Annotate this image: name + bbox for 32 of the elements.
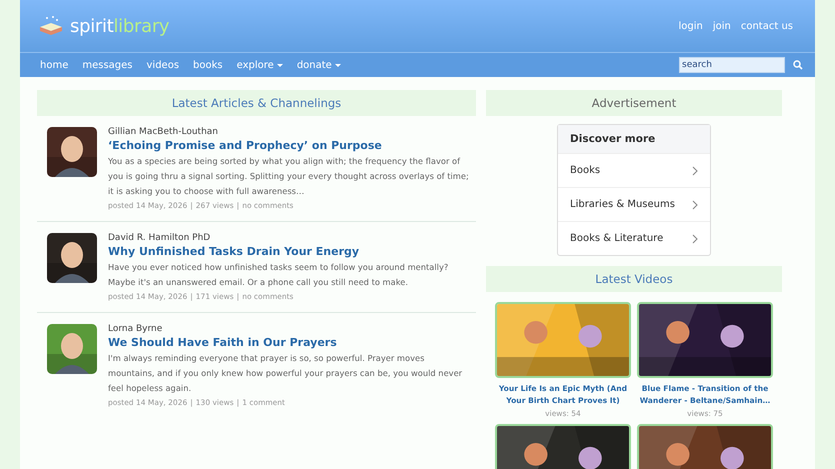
nav-link[interactable]: messages	[82, 60, 133, 70]
nav-link[interactable]: home	[40, 60, 68, 70]
article-excerpt: You as a species are being sorted by what you align with; the frequency the flavor of you is going thru a signal sorting. Splitting your every thought across overlays of time; it is asking you to choose with full awareness…	[108, 155, 470, 198]
nav-link[interactable]: books	[193, 60, 223, 70]
ad-link[interactable]: Books & Literature	[558, 221, 710, 255]
article-excerpt: I'm always reminding everyone that prayer is so, so powerful. Prayer moves mountains, and if you only knew how powerful your prayers can be, you would never feel hopeless again.	[108, 352, 464, 395]
nav-link[interactable]: explore	[236, 60, 283, 70]
section-title: Latest Articles & Channelings	[37, 90, 476, 116]
section-title: Latest Videos	[486, 266, 782, 292]
site-logo[interactable]: spiritlibrary	[70, 16, 170, 36]
article-excerpt: Have you ever noticed how unfinished tasks seem to follow you around mentally? Maybe it's an unanswered email. Or a phone call you still need to make.	[108, 261, 450, 289]
author-name: David R. Hamilton PhD	[108, 233, 212, 243]
chevron-icon	[692, 166, 698, 176]
header-link[interactable]: login	[678, 20, 703, 32]
section-title: Advertisement	[486, 90, 782, 116]
article-title[interactable]: ‘Echoing Promise and Prophecy’ on Purpose	[108, 139, 470, 152]
ad-heading: Discover more	[558, 125, 710, 153]
header-link[interactable]: join	[712, 20, 731, 32]
article-title[interactable]: We Should Have Faith in Our Prayers	[108, 336, 470, 349]
header-link[interactable]: contact us	[740, 20, 793, 32]
search-icon[interactable]	[793, 60, 803, 70]
chevron-icon	[692, 200, 698, 210]
ad-link[interactable]: Libraries & Museums	[558, 187, 710, 221]
article-title[interactable]: Why Unfinished Tasks Drain Your Energy	[108, 245, 470, 258]
book-icon	[38, 15, 64, 37]
chevron-icon	[692, 234, 698, 244]
nav-link[interactable]: donate	[296, 60, 341, 70]
search-field[interactable]: search	[679, 57, 785, 73]
author-name: Gillian MacBeth-Louthan	[108, 127, 219, 137]
nav-link[interactable]: videos	[146, 60, 180, 70]
ad-link[interactable]: Books	[558, 153, 710, 187]
author-name: Lorna Byrne	[108, 324, 164, 334]
